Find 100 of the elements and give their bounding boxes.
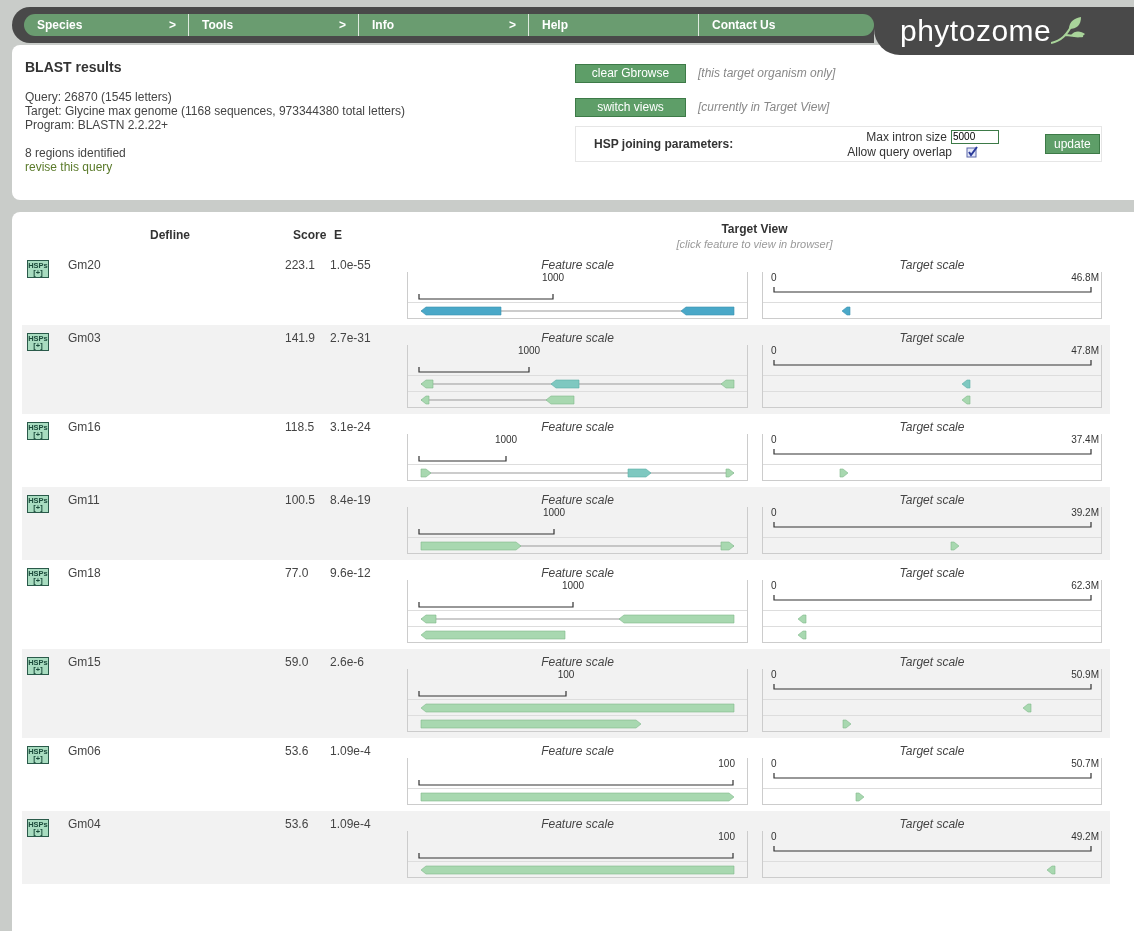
hit-marker[interactable] [961,379,971,389]
intron-size-field[interactable]: 5000 [951,129,999,144]
defline-text[interactable]: Gm20 [68,258,285,319]
scale-label: 100 [557,669,575,680]
score-text: 223.1 [285,258,317,274]
scale-label: 100 [718,831,735,842]
scale-label: 0 [771,345,777,356]
hit-marker[interactable] [842,719,852,729]
feature-track[interactable] [420,379,735,389]
defline-text[interactable]: Gm06 [68,744,285,805]
score-text: 59.0 [285,655,310,671]
feature-track[interactable] [420,306,735,316]
feature-track[interactable] [420,719,642,729]
scale-label: 39.2M [1071,507,1099,518]
results-title: BLAST results [25,59,123,75]
checkbox[interactable] [966,145,978,158]
revise-query-link[interactable]: revise this query [25,160,113,174]
scale-label: 46.8M [1071,272,1099,283]
feature-track[interactable] [420,468,735,478]
evalue-text: 1.09e-4 [330,744,372,760]
feature-track[interactable] [420,630,566,640]
panel-title: Target scale [898,258,966,272]
column-header: Target View [721,222,788,236]
score-text: 118.5 [285,420,316,436]
panel-title: Feature scale [540,258,615,272]
scale-label: 1000 [494,434,518,445]
scale-label: 0 [771,272,777,283]
scale-label: 47.8M [1071,345,1099,356]
scale-label: 1000 [517,345,541,356]
scale-label: 0 [771,831,777,842]
query-info-text: Target: Glycine max genome (1168 sequences, 973344380 total letters) [25,104,406,118]
hit-marker[interactable] [855,792,865,802]
evalue-text: 1.0e-55 [330,258,372,274]
regions-count-text: 8 regions identified [25,146,127,160]
score-text: 53.6 [285,817,310,833]
feature-track[interactable] [420,792,735,802]
panel-title: Target scale [898,493,966,507]
panel-title: Target scale [898,420,966,434]
panel-title: Feature scale [540,744,615,758]
evalue-text: 3.1e-24 [330,420,372,436]
score-text: 53.6 [285,744,310,760]
hit-marker[interactable] [797,630,807,640]
scale-label: 49.2M [1071,831,1099,842]
defline-text[interactable]: Gm04 [68,817,285,878]
scale-label: 1000 [542,507,566,518]
hit-marker[interactable] [797,614,807,624]
defline-text[interactable]: Gm15 [68,655,285,732]
query-info-text: Query: 26870 (1545 letters) [25,90,173,104]
evalue-text: 9.6e-12 [330,566,372,582]
score-text: 100.5 [285,493,317,509]
intron-size-label: Max intron size [866,129,947,144]
panel-title: Feature scale [540,566,615,580]
hit-marker[interactable] [961,395,971,405]
leaf-icon [1051,17,1086,45]
feature-track[interactable] [420,703,735,713]
scale-label: 1000 [561,580,585,591]
scale-label: 100 [718,758,735,769]
evalue-text: 1.09e-4 [330,817,372,833]
scale-label: 0 [771,758,777,769]
feature-track[interactable] [420,395,575,405]
evalue-text: 2.6e-6 [330,655,366,671]
panel-title: Feature scale [540,420,615,434]
panel-title: Target scale [898,817,966,831]
hint-text: [this target organism only] [698,66,836,80]
hit-marker[interactable] [1046,865,1056,875]
scale-label: 50.7M [1071,758,1099,769]
scale-label: 0 [771,580,777,591]
scale-label: 62.3M [1071,580,1099,591]
scale-label: 50.9M [1071,669,1099,680]
score-text: 77.0 [285,566,310,582]
feature-track[interactable] [420,865,735,875]
defline-text[interactable]: Gm03 [68,331,285,408]
defline-text[interactable]: Gm16 [68,420,285,481]
hit-marker[interactable] [950,541,960,551]
panel-title: Target scale [898,744,966,758]
panel-title: Target scale [898,331,966,345]
hsp-parameters-label: HSP joining parameters: [594,137,735,151]
panel-title: Target scale [898,566,966,580]
panel-title: Feature scale [540,493,615,507]
defline-text[interactable]: Gm11 [68,493,285,554]
scale-label: 0 [771,507,777,518]
scale-label: 0 [771,669,777,680]
score-text: 141.9 [285,331,317,347]
hint-text: [click feature to view in browser] [676,238,833,250]
evalue-text: 2.7e-31 [330,331,372,347]
column-header: Score [292,227,328,244]
hit-marker[interactable] [1022,703,1032,713]
evalue-text: 8.4e-19 [330,493,372,509]
feature-track[interactable] [420,541,735,551]
panel-title: Feature scale [540,331,615,345]
panel-title: Target scale [898,655,966,669]
hit-marker[interactable] [839,468,849,478]
scale-label: 1000 [541,272,565,283]
panel-title: Feature scale [540,817,615,831]
hint-text: [currently in Target View] [698,100,830,114]
column-header: Defline [149,227,191,244]
defline-text[interactable]: Gm18 [68,566,285,643]
feature-track[interactable] [420,614,735,624]
hit-marker[interactable] [841,306,851,316]
scale-label: 37.4M [1071,434,1099,445]
